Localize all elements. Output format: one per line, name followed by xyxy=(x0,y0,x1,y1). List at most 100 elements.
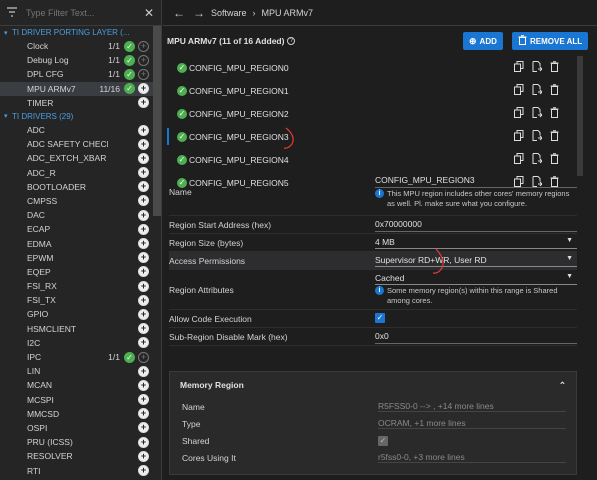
sidebar-item[interactable]: DAC + xyxy=(0,208,153,222)
region-item[interactable]: ✓ CONFIG_MPU_REGION4 xyxy=(167,148,567,171)
add-circle-icon[interactable]: + xyxy=(138,252,149,264)
sidebar-item[interactable]: MPU ARMv7 11/16 ✓ + xyxy=(0,81,153,96)
add-circle-icon[interactable]: + xyxy=(138,408,149,420)
sidebar-item[interactable]: PRU (ICSS) + xyxy=(0,435,153,449)
sidebar-item[interactable]: LIN + xyxy=(0,364,153,378)
add-circle-icon[interactable]: + xyxy=(138,40,149,52)
region-item[interactable]: ✓ CONFIG_MPU_REGION0 xyxy=(167,56,567,79)
trash-icon[interactable] xyxy=(550,83,559,98)
sidebar-scrollbar[interactable] xyxy=(153,26,161,216)
remove-all-button[interactable]: REMOVE ALL xyxy=(512,32,589,50)
region-item[interactable]: ✓ CONFIG_MPU_REGION3 xyxy=(167,125,567,148)
copy-icon[interactable] xyxy=(514,129,524,144)
region-item[interactable]: ✓ CONFIG_MPU_REGION2 xyxy=(167,102,567,125)
region-attributes-select[interactable]: Cached ▼ xyxy=(375,273,577,285)
add-circle-icon[interactable]: + xyxy=(138,450,149,462)
sidebar-item[interactable]: EPWM + xyxy=(0,251,153,265)
trash-icon[interactable] xyxy=(550,106,559,121)
copy-icon[interactable] xyxy=(514,106,524,121)
breadcrumb-root[interactable]: Software xyxy=(211,8,247,18)
region-item[interactable]: ✓ CONFIG_MPU_REGION1 xyxy=(167,79,567,102)
sidebar-group[interactable]: ▾ TI DRIVERS (29) xyxy=(0,110,153,123)
add-button[interactable]: ⊕ ADD xyxy=(463,32,503,50)
add-circle-icon[interactable]: + xyxy=(138,379,149,391)
sidebar-item[interactable]: FSI_TX + xyxy=(0,293,153,307)
add-circle-icon[interactable]: + xyxy=(138,209,149,221)
sidebar-item[interactable]: FSI_RX + xyxy=(0,279,153,293)
access-permissions-select[interactable]: Supervisor RD+WR, User RD ▼ xyxy=(375,255,577,267)
memory-region-header[interactable]: Memory Region ⌃ xyxy=(170,372,576,398)
chevron-up-icon[interactable]: ⌃ xyxy=(559,380,566,391)
copy-icon[interactable] xyxy=(514,152,524,167)
trash-icon[interactable] xyxy=(550,152,559,167)
help-icon[interactable]: ? xyxy=(287,37,296,45)
name-field[interactable]: CONFIG_MPU_REGION3 xyxy=(375,175,577,188)
sidebar-item[interactable]: CMPSS + xyxy=(0,194,153,208)
sidebar-item[interactable]: MCSPI + xyxy=(0,393,153,407)
add-circle-icon[interactable]: + xyxy=(138,83,149,95)
add-circle-icon[interactable]: + xyxy=(138,337,149,349)
sidebar-item[interactable]: ECAP + xyxy=(0,222,153,236)
sidebar-item[interactable]: ADC SAFETY CHECKER + xyxy=(0,137,153,151)
add-circle-icon[interactable]: + xyxy=(138,138,149,150)
sidebar-item[interactable]: ADC_EXTCH_XBAR + xyxy=(0,151,153,165)
trash-icon[interactable] xyxy=(550,129,559,144)
sidebar-item[interactable]: TIMER + xyxy=(0,96,153,110)
move-icon[interactable] xyxy=(532,60,543,75)
sidebar-item[interactable]: OSPI + xyxy=(0,421,153,435)
add-circle-icon[interactable]: + xyxy=(138,97,149,109)
sidebar-item[interactable]: GPIO + xyxy=(0,307,153,321)
move-icon[interactable] xyxy=(532,152,543,167)
add-circle-icon[interactable]: + xyxy=(138,223,149,235)
add-circle-icon[interactable]: + xyxy=(138,152,149,164)
copy-icon[interactable] xyxy=(514,60,524,75)
add-circle-icon[interactable]: + xyxy=(138,68,149,80)
add-circle-icon[interactable]: + xyxy=(138,124,149,136)
add-circle-icon[interactable]: + xyxy=(138,436,149,448)
sidebar-item[interactable]: ADC_R + xyxy=(0,166,153,180)
sidebar-item[interactable]: RESOLVER + xyxy=(0,449,153,463)
sidebar-item[interactable]: RTI + xyxy=(0,463,153,477)
add-circle-icon[interactable]: + xyxy=(138,394,149,406)
move-icon[interactable] xyxy=(532,129,543,144)
sidebar-group[interactable]: ▾ TI DRIVER PORTING LAYER (... xyxy=(0,26,153,39)
subregion-field[interactable]: 0x0 xyxy=(375,331,577,344)
sidebar-item[interactable]: MCAN + xyxy=(0,378,153,392)
add-circle-icon[interactable]: + xyxy=(138,323,149,335)
add-circle-icon[interactable]: + xyxy=(138,365,149,377)
copy-icon[interactable] xyxy=(514,83,524,98)
add-circle-icon[interactable]: + xyxy=(138,54,149,66)
region-list-scrollbar[interactable] xyxy=(577,56,583,176)
sidebar-item[interactable]: EQEP + xyxy=(0,265,153,279)
forward-arrow-icon[interactable]: → xyxy=(191,6,207,20)
sidebar-item[interactable]: HSMCLIENT + xyxy=(0,322,153,336)
allow-code-execution-checkbox[interactable]: ✓ xyxy=(375,313,385,323)
close-icon[interactable]: ✕ xyxy=(143,6,155,20)
sidebar-item[interactable]: I2C + xyxy=(0,336,153,350)
sidebar-item[interactable]: Clock 1/1 ✓ + xyxy=(0,39,153,53)
sidebar-item[interactable]: ADC + xyxy=(0,123,153,137)
move-icon[interactable] xyxy=(532,83,543,98)
add-circle-icon[interactable]: + xyxy=(138,167,149,179)
trash-icon[interactable] xyxy=(550,60,559,75)
add-circle-icon[interactable]: + xyxy=(138,351,149,363)
add-circle-icon[interactable]: + xyxy=(138,294,149,306)
sidebar-item[interactable]: DPL CFG 1/1 ✓ + xyxy=(0,67,153,81)
add-circle-icon[interactable]: + xyxy=(138,422,149,434)
add-circle-icon[interactable]: + xyxy=(138,280,149,292)
sidebar-item[interactable]: EDMA + xyxy=(0,236,153,250)
sidebar-item[interactable]: MMCSD + xyxy=(0,407,153,421)
move-icon[interactable] xyxy=(532,106,543,121)
sidebar-item[interactable]: Debug Log 1/1 ✓ + xyxy=(0,53,153,67)
sidebar-item[interactable]: BOOTLOADER + xyxy=(0,180,153,194)
back-arrow-icon[interactable]: ← xyxy=(171,6,187,20)
add-circle-icon[interactable]: + xyxy=(138,465,149,477)
add-circle-icon[interactable]: + xyxy=(138,308,149,320)
region-size-select[interactable]: 4 MB ▼ xyxy=(375,237,577,249)
add-circle-icon[interactable]: + xyxy=(138,238,149,250)
add-circle-icon[interactable]: + xyxy=(138,266,149,278)
start-address-field[interactable]: 0x70000000 xyxy=(375,219,577,232)
add-circle-icon[interactable]: + xyxy=(138,195,149,207)
sidebar-item[interactable]: IPC 1/1 ✓ + xyxy=(0,350,153,364)
add-circle-icon[interactable]: + xyxy=(138,181,149,193)
